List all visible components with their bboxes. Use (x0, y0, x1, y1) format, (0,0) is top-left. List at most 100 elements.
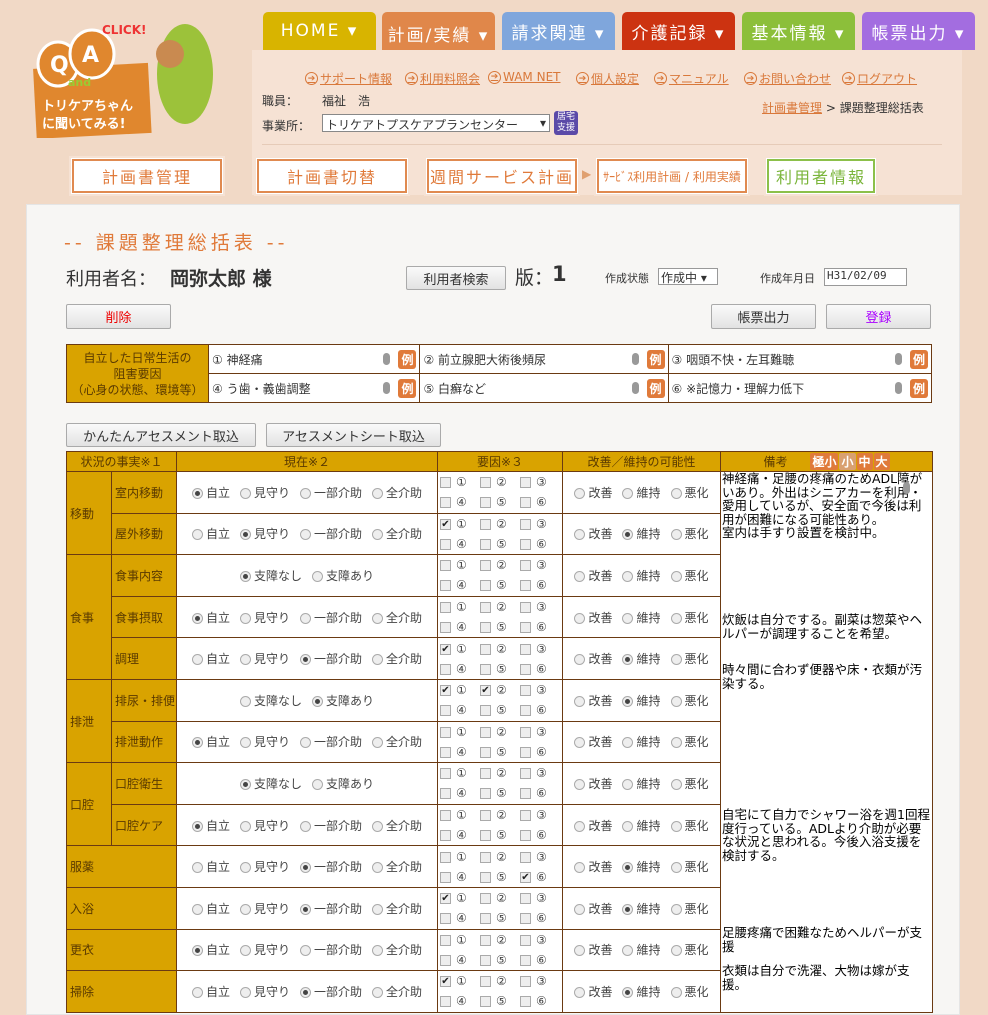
microphone-icon[interactable] (631, 353, 639, 365)
subnav-4[interactable]: 利用者情報 (766, 158, 876, 194)
status-radio[interactable]: 一部介助 (300, 652, 362, 666)
improve-radio[interactable]: 改善 (574, 652, 612, 666)
factor-checkbox[interactable]: ④ (440, 620, 480, 634)
top-link-3[interactable]: ➔ 個人設定 (576, 70, 639, 87)
factor-checkbox[interactable]: ① (440, 766, 480, 780)
font-size-button[interactable]: 小 (839, 453, 856, 470)
status-radio[interactable]: 自立 (191, 902, 230, 916)
status-radio[interactable]: 全介助 (372, 486, 422, 500)
factor-checkbox[interactable]: ④ (440, 703, 480, 717)
status-radio[interactable]: 一部介助 (300, 943, 362, 957)
factor-checkbox[interactable]: ④ (440, 994, 480, 1008)
factor-checkbox[interactable]: ⑤ (480, 870, 520, 884)
status-radio[interactable]: 全介助 (372, 652, 422, 666)
improve-radio[interactable]: 改善 (574, 735, 612, 749)
subnav-0[interactable]: 計画書管理 (71, 158, 223, 194)
factor-checkbox[interactable]: ③ (520, 475, 560, 489)
status-radio[interactable]: 自立 (191, 860, 230, 874)
example-button[interactable]: 例 (398, 349, 417, 369)
factor-checkbox[interactable]: ⑥ (520, 786, 560, 800)
factor-checkbox[interactable]: ② (480, 891, 520, 905)
factor-checkbox[interactable]: ① (440, 850, 480, 864)
factor-checkbox[interactable]: ① (440, 558, 480, 572)
save-button[interactable]: 登録 (826, 304, 931, 329)
qa-logo[interactable]: Q Aand トリケアちゃん に聞いてみる! CLICK! (30, 14, 230, 139)
improve-radio[interactable]: 維持 (622, 611, 661, 625)
factor-checkbox[interactable]: ③ (520, 600, 560, 614)
factor-cell[interactable]: ⑥ ※記憶力・理解力低下 例 (667, 373, 933, 403)
improve-radio[interactable]: 改善 (574, 486, 612, 500)
factor-checkbox[interactable]: ✔ ① (440, 974, 480, 988)
subnav-1[interactable]: 計画書切替 (256, 158, 408, 194)
improve-radio[interactable]: 改善 (574, 694, 612, 708)
factor-checkbox[interactable]: ⑥ (520, 828, 560, 842)
status-radio[interactable]: 見守り (239, 985, 290, 999)
improve-radio[interactable]: 維持 (622, 943, 661, 957)
improve-radio[interactable]: 悪化 (670, 611, 709, 625)
factor-checkbox[interactable]: ⑤ (480, 953, 520, 967)
top-link-6[interactable]: ➔ ログアウト (842, 70, 917, 87)
office-select[interactable]: トリケアトプスケアプランセンター ▾ (322, 114, 550, 132)
microphone-icon[interactable] (631, 382, 639, 394)
status-radio[interactable]: 自立 (191, 735, 230, 749)
remarks-textarea[interactable]: 神経痛・足腰の疼痛のためADL障がいあり。外出はシニアカーを利用・愛用しているが… (720, 471, 933, 1013)
microphone-icon[interactable] (894, 353, 902, 365)
improve-radio[interactable]: 維持 (622, 819, 661, 833)
status-radio[interactable]: 一部介助 (300, 902, 362, 916)
improve-radio[interactable]: 悪化 (670, 735, 709, 749)
improve-radio[interactable]: 悪化 (670, 569, 709, 583)
microphone-icon[interactable] (894, 382, 902, 394)
factor-checkbox[interactable]: ② (480, 725, 520, 739)
improve-radio[interactable]: 改善 (574, 527, 612, 541)
factor-checkbox[interactable]: ⑤ (480, 537, 520, 551)
easy-assessment-import-button[interactable]: かんたんアセスメント取込 (66, 423, 256, 447)
factor-checkbox[interactable]: ③ (520, 850, 560, 864)
status-radio[interactable]: 支障あり (312, 694, 374, 708)
status-radio[interactable]: 全介助 (372, 985, 422, 999)
factor-checkbox[interactable]: ③ (520, 766, 560, 780)
improve-radio[interactable]: 悪化 (670, 777, 709, 791)
factor-checkbox[interactable]: ③ (520, 891, 560, 905)
factor-cell[interactable]: ② 前立腺肥大術後頻尿 例 (419, 344, 669, 374)
status-radio[interactable]: 自立 (191, 611, 230, 625)
example-button[interactable]: 例 (909, 378, 928, 398)
factor-checkbox[interactable]: ✔ ⑥ (520, 870, 560, 884)
factor-checkbox[interactable]: ② (480, 600, 520, 614)
status-radio[interactable]: 支障なし (239, 694, 302, 708)
factor-checkbox[interactable]: ③ (520, 642, 560, 656)
improve-radio[interactable]: 悪化 (670, 860, 709, 874)
factor-cell[interactable]: ④ う歯・義歯調整 例 (207, 373, 421, 403)
print-button[interactable]: 帳票出力 (711, 304, 816, 329)
factor-checkbox[interactable]: ✔ ② (480, 683, 520, 697)
top-link-5[interactable]: ➔ お問い合わせ (744, 70, 831, 87)
status-radio[interactable]: 支障あり (312, 777, 374, 791)
nav-tab-2[interactable]: 請求関連 ▾ (502, 12, 615, 50)
factor-cell[interactable]: ① 神経痛 例 (207, 344, 421, 374)
improve-radio[interactable]: 悪化 (670, 819, 709, 833)
factor-checkbox[interactable]: ⑤ (480, 662, 520, 676)
improve-radio[interactable]: 維持 (622, 777, 661, 791)
microphone-icon[interactable] (383, 382, 391, 394)
factor-checkbox[interactable]: ④ (440, 578, 480, 592)
font-size-button[interactable]: 極小 (810, 453, 839, 470)
top-link-2[interactable]: ➔ WAM NET (488, 70, 560, 84)
factor-checkbox[interactable]: ④ (440, 537, 480, 551)
factor-checkbox[interactable]: ⑤ (480, 786, 520, 800)
factor-checkbox[interactable]: ③ (520, 725, 560, 739)
assessment-sheet-import-button[interactable]: アセスメントシート取込 (266, 423, 441, 447)
factor-checkbox[interactable]: ⑤ (480, 911, 520, 925)
factor-checkbox[interactable]: ④ (440, 495, 480, 509)
status-radio[interactable]: 自立 (191, 486, 230, 500)
status-radio[interactable]: 見守り (239, 486, 290, 500)
status-radio[interactable]: 自立 (191, 527, 230, 541)
status-radio[interactable]: 一部介助 (300, 735, 362, 749)
status-radio[interactable]: 見守り (239, 860, 290, 874)
improve-radio[interactable]: 維持 (622, 860, 661, 874)
factor-checkbox[interactable]: ⑥ (520, 953, 560, 967)
status-radio[interactable]: 見守り (239, 819, 290, 833)
factor-checkbox[interactable]: ⑤ (480, 495, 520, 509)
factor-checkbox[interactable]: ⑤ (480, 994, 520, 1008)
factor-checkbox[interactable]: ⑤ (480, 620, 520, 634)
improve-radio[interactable]: 維持 (622, 735, 661, 749)
improve-radio[interactable]: 維持 (622, 694, 661, 708)
